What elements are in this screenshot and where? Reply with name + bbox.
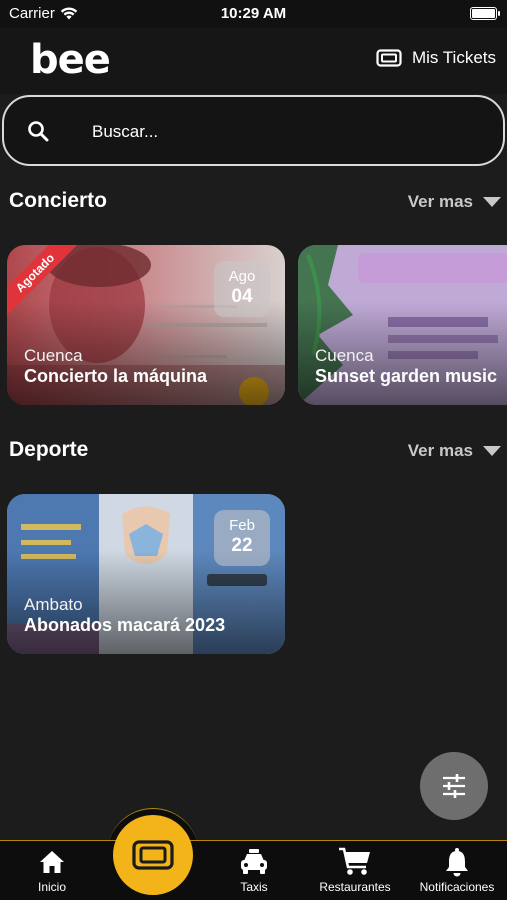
see-more-button[interactable]: Ver mas (408, 192, 501, 212)
event-title: Abonados macará 2023 (24, 615, 226, 635)
event-card[interactable]: Cuenca Sunset garden music (298, 245, 507, 405)
event-card[interactable]: Feb 22 Ambato Abonados macará 2023 (7, 494, 285, 654)
tickets-center-button[interactable] (113, 815, 193, 895)
home-icon (40, 851, 64, 873)
see-more-label: Ver mas (407, 192, 473, 211)
tab-restaurants[interactable]: Restaurantes (315, 847, 395, 894)
event-city: Cuenca (315, 346, 374, 365)
app-header: bee Mis Tickets (0, 28, 507, 94)
tab-label: Notificaciones (419, 880, 495, 894)
date-month: Ago (228, 268, 256, 285)
chevron-down-icon (483, 197, 501, 207)
status-bar: Carrier 10:29 AM (0, 0, 507, 28)
see-more-label: Ver mas (407, 441, 473, 460)
ticket-icon (132, 840, 174, 870)
search-icon (28, 121, 49, 142)
section-title: Deporte (9, 438, 89, 461)
tab-label: Taxis (240, 880, 268, 894)
date-day: 22 (231, 535, 253, 556)
my-tickets-link[interactable]: Mis Tickets (376, 48, 496, 68)
search-bar[interactable] (2, 95, 505, 166)
date-day: 04 (231, 286, 253, 307)
chevron-down-icon (483, 446, 501, 456)
section-header-concierto: Concierto Ver mas (0, 189, 507, 219)
tab-label: Inicio (37, 880, 66, 894)
tab-taxis[interactable]: Taxis (224, 847, 284, 894)
tab-home[interactable]: Inicio (22, 847, 82, 894)
ticket-icon (376, 49, 402, 67)
app-logo: bee (30, 37, 111, 83)
event-title: Sunset garden music (315, 366, 498, 386)
event-city: Cuenca (24, 346, 83, 365)
section-header-deporte: Deporte Ver mas (0, 438, 507, 468)
cart-icon (339, 847, 370, 875)
bell-icon (446, 848, 468, 877)
bottom-tab-bar: Inicio Taxis Restaurantes Notificaciones (0, 840, 507, 900)
my-tickets-label: Mis Tickets (411, 48, 496, 67)
event-card[interactable]: Agotado Ago 04 Cuenca Concierto la máqui… (7, 245, 285, 405)
date-month: Feb (229, 517, 255, 534)
see-more-button[interactable]: Ver mas (408, 441, 501, 461)
date-badge: Ago 04 (214, 261, 270, 317)
date-badge: Feb 22 (214, 510, 270, 566)
event-city: Ambato (24, 595, 83, 614)
battery-icon (470, 7, 500, 20)
event-title: Concierto la máquina (24, 366, 208, 386)
tab-notifications[interactable]: Notificaciones (412, 847, 502, 894)
tab-label: Restaurantes (319, 880, 391, 894)
sliders-icon (443, 774, 465, 798)
section-title: Concierto (9, 189, 108, 212)
clock: 10:29 AM (220, 5, 287, 22)
filter-button[interactable] (420, 752, 488, 820)
taxi-icon (241, 849, 267, 874)
search-input[interactable] (92, 119, 472, 145)
